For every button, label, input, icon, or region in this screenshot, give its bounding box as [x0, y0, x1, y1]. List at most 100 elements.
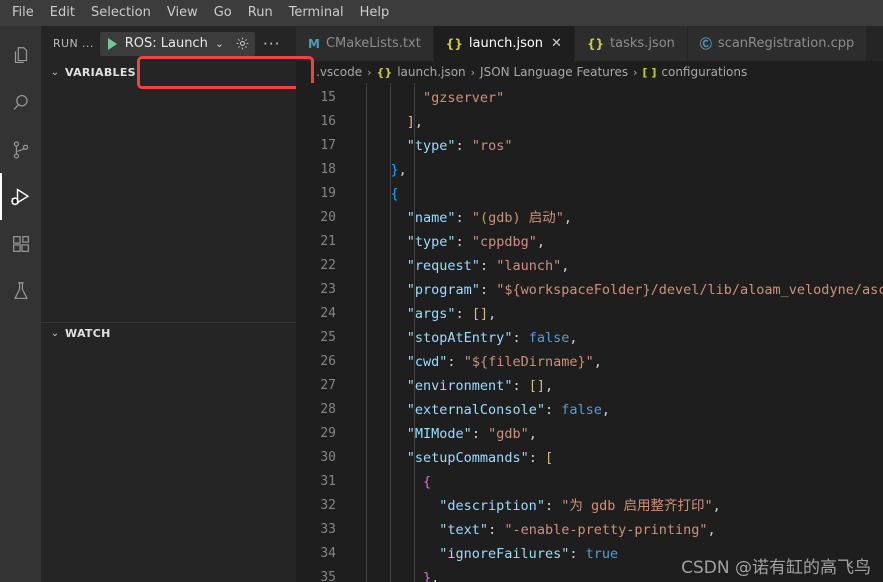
code-token: :: [479, 258, 497, 274]
chevron-down-icon[interactable]: ⌄: [213, 37, 226, 50]
editor-tab-scanregistration-cpp[interactable]: ⒸscanRegistration.cpp: [687, 26, 868, 61]
breadcrumb-separator: ›: [470, 65, 476, 79]
code-line[interactable]: {: [358, 182, 883, 206]
line-number: 21: [320, 234, 336, 249]
sidebar-header: RUN ... ROS: Launch ⌄ ···: [41, 26, 296, 61]
activity-item-run-and-debug[interactable]: [0, 173, 41, 220]
menu-item-terminal[interactable]: Terminal: [281, 2, 352, 24]
code-line[interactable]: {: [358, 470, 883, 494]
workbench-body: RUN ... ROS: Launch ⌄ ··· ⌄ VARIABLES ⌄ …: [0, 26, 883, 582]
activity-item-testing[interactable]: [0, 267, 41, 314]
section-header-variables[interactable]: ⌄ VARIABLES: [41, 61, 296, 83]
code-token: {: [423, 474, 432, 490]
code-line[interactable]: "MIMode": "gdb",: [358, 422, 883, 446]
code-token: :: [447, 354, 464, 370]
code-token: "为 gdb 启用整齐打印": [561, 498, 713, 514]
editor-tab-bar: M CMakeLists.txt {} launch.json ✕ {} tasks.jso…: [296, 26, 883, 61]
code-token: "request": [406, 258, 480, 274]
editor-tab-tasks-json[interactable]: {} tasks.json: [574, 26, 688, 61]
code-token: "(gdb) 启动": [471, 210, 564, 226]
section-label-variables: VARIABLES: [65, 65, 136, 79]
code-token: "MIMode": [406, 426, 472, 442]
breadcrumb-item[interactable]: launch.json: [397, 65, 465, 79]
code-token: :: [479, 282, 497, 298]
editor-group: M CMakeLists.txt {} launch.json ✕ {} tasks.jso…: [296, 26, 883, 582]
run-configuration-dropdown[interactable]: ROS: Launch ⌄: [99, 31, 256, 56]
code-token: :: [455, 138, 472, 154]
code-line[interactable]: "type": "cppdbg",: [358, 230, 883, 254]
code-line[interactable]: "environment": [],: [358, 374, 883, 398]
watch-panel-body: [41, 344, 296, 582]
line-number: 34: [320, 546, 336, 561]
line-number: 28: [320, 402, 336, 417]
code-token: :: [528, 450, 545, 466]
code-line[interactable]: "request": "launch",: [358, 254, 883, 278]
more-actions-button[interactable]: ···: [261, 36, 280, 51]
editor-tab-label: scanRegistration.cpp: [717, 36, 855, 51]
breadcrumb-separator: ›: [633, 65, 638, 79]
menu-item-help[interactable]: Help: [352, 2, 398, 24]
run-configuration-label: ROS: Launch: [124, 36, 208, 51]
code-token: "environment": [406, 378, 513, 394]
line-number: 35: [320, 570, 336, 582]
code-line[interactable]: "description": "为 gdb 启用整齐打印",: [358, 494, 883, 518]
menu-item-view[interactable]: View: [159, 2, 206, 24]
code-line[interactable]: "externalConsole": false,: [358, 398, 883, 422]
code-token: "ros": [471, 138, 513, 154]
code-token: }: [390, 162, 399, 178]
activity-item-source-control[interactable]: [0, 126, 41, 173]
breadcrumb-item[interactable]: configurations: [661, 65, 747, 79]
code-editor[interactable]: 15 16 17 18 19 20 21 22 23 24 25 26 27 28 29 30 31 32 33 34…: [296, 83, 883, 582]
code-token: "${workspaceFolder}/devel/lib/aloam_velo…: [496, 282, 883, 298]
code-token: ,: [712, 498, 721, 514]
activity-item-explorer[interactable]: [0, 32, 41, 79]
code-line[interactable]: },: [358, 158, 883, 182]
code-line[interactable]: ],: [358, 110, 883, 134]
gear-icon[interactable]: [231, 33, 253, 55]
editor-tab-cmakelists-txt[interactable]: M CMakeLists.txt: [296, 26, 434, 61]
editor-tab-launch-json[interactable]: {} launch.json ✕: [433, 26, 575, 61]
code-token: ,: [569, 330, 578, 346]
menu-item-go[interactable]: Go: [206, 2, 240, 24]
line-number: 31: [320, 474, 336, 489]
code-line[interactable]: "gzserver": [358, 86, 883, 110]
code-line[interactable]: "text": "-enable-pretty-printing",: [358, 518, 883, 542]
code-token: []: [528, 378, 545, 394]
section-header-watch[interactable]: ⌄ WATCH: [41, 321, 296, 344]
watermark-text: CSDN @诺有缸的高飞鸟: [681, 558, 871, 578]
code-line[interactable]: "args": [],: [358, 302, 883, 326]
line-number: 18: [320, 162, 336, 177]
code-content[interactable]: "gzserver" ], "type": "ros" }, { "name":…: [358, 83, 883, 582]
line-number-gutter: 15 16 17 18 19 20 21 22 23 24 25 26 27 28 29 30 31 32 33 34…: [296, 83, 358, 582]
code-token: "description": [439, 498, 545, 514]
menu-item-edit[interactable]: Edit: [42, 2, 83, 24]
menu-item-file[interactable]: File: [4, 2, 42, 24]
breadcrumb-item[interactable]: .vscode: [316, 65, 362, 79]
code-line[interactable]: "program": "${workspaceFolder}/devel/lib…: [358, 278, 883, 302]
line-number: 20: [320, 210, 336, 225]
code-token: "program": [406, 282, 480, 298]
indent-guide: [414, 83, 415, 582]
code-token: :: [544, 402, 562, 418]
code-line[interactable]: "type": "ros": [358, 134, 883, 158]
menu-item-run[interactable]: Run: [240, 2, 281, 24]
code-token: ,: [561, 258, 570, 274]
code-line[interactable]: "name": "(gdb) 启动",: [358, 206, 883, 230]
start-debugging-play-icon[interactable]: [106, 37, 120, 51]
explorer-icon: [10, 45, 32, 67]
line-number: 26: [320, 354, 336, 369]
code-token: }: [423, 570, 432, 582]
code-line[interactable]: "setupCommands": [: [358, 446, 883, 470]
breadcrumb-item[interactable]: JSON Language Features: [480, 65, 628, 79]
code-token: {: [390, 186, 399, 202]
code-token: false: [528, 330, 570, 346]
close-icon[interactable]: ✕: [551, 36, 562, 51]
section-label-watch: WATCH: [65, 326, 111, 340]
code-line[interactable]: "cwd": "${fileDirname}",: [358, 350, 883, 374]
code-line[interactable]: "stopAtEntry": false,: [358, 326, 883, 350]
activity-item-search[interactable]: [0, 79, 41, 126]
menu-item-selection[interactable]: Selection: [83, 2, 159, 24]
activity-item-extensions[interactable]: [0, 220, 41, 267]
code-token: "text": [439, 522, 489, 538]
code-token: "gzserver": [423, 90, 505, 106]
